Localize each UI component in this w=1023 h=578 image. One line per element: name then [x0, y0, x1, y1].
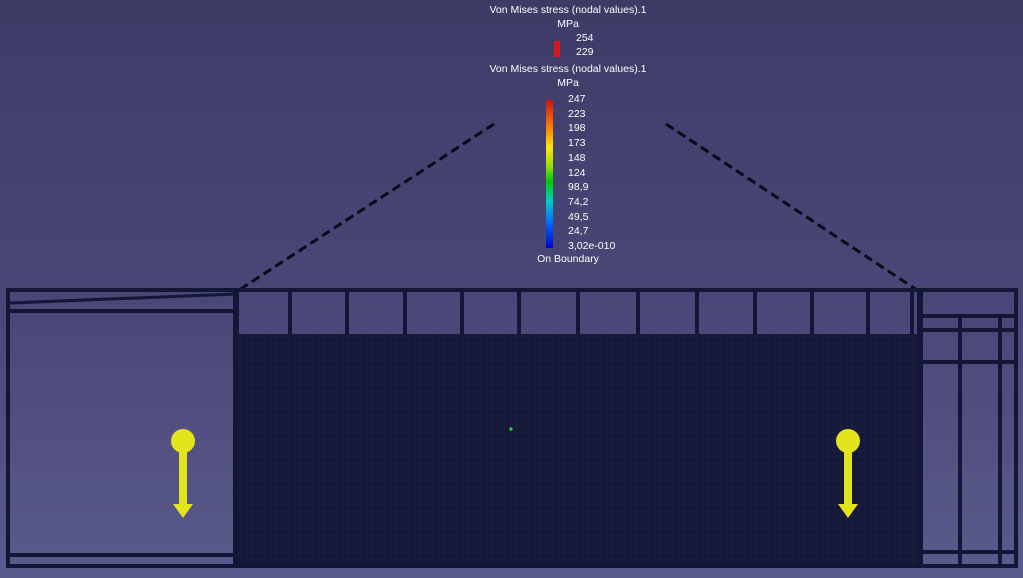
fem-model[interactable]	[0, 0, 1023, 578]
zoom-indicator-line-left	[235, 122, 495, 294]
analysis-viewport[interactable]: Von Mises stress (nodal values).1 MPa 25…	[0, 0, 1023, 578]
load-arrow-icon[interactable]	[171, 429, 195, 518]
hotspot-marker	[509, 427, 513, 431]
mesh-region	[238, 334, 918, 564]
left-bay-brace	[9, 292, 237, 305]
zoom-indicator-line-right	[665, 122, 921, 294]
